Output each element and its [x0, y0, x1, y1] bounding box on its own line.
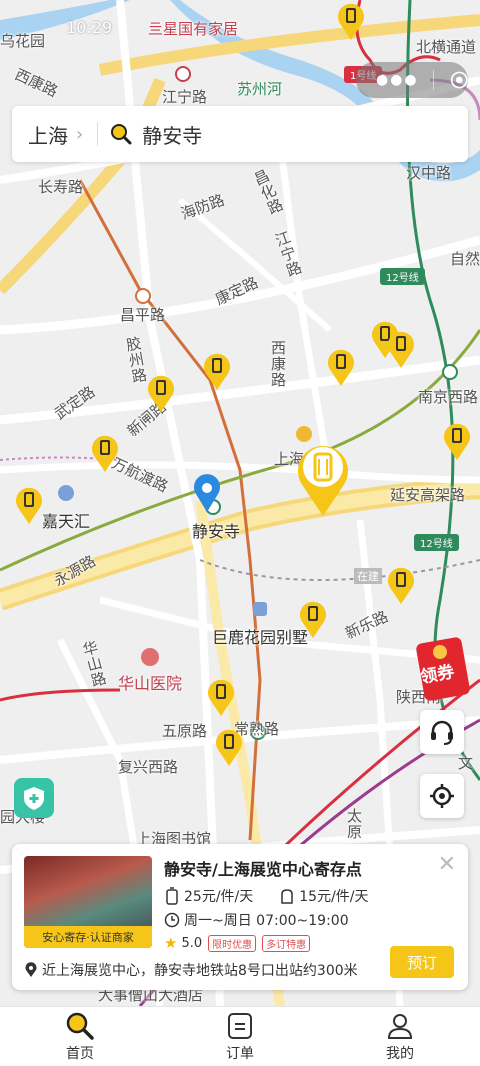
luggage-pin-icon[interactable]: [90, 432, 120, 472]
star-icon: ★: [164, 934, 178, 952]
hours-row: 周一~周日 07:00~19:00: [164, 910, 349, 930]
tab-bar: 首页 订单 我的: [0, 1006, 480, 1066]
clock-icon: [164, 912, 180, 928]
price-row: 25元/件/天 15元/件/天: [164, 886, 395, 906]
map-label: 在建: [354, 568, 382, 584]
tab-home[interactable]: 首页: [0, 1007, 160, 1066]
map-label: 五原路: [162, 722, 208, 740]
map-label: 延安高架路: [390, 486, 466, 504]
luggage-pin-icon[interactable]: [386, 564, 416, 604]
map-label: 长寿路: [38, 178, 84, 196]
luggage-pin-icon[interactable]: [14, 484, 44, 524]
map-label: 静安寺: [192, 522, 241, 541]
promo-tag: 限时优惠: [208, 934, 257, 952]
tab-orders[interactable]: 订单: [160, 1007, 320, 1066]
chevron-right-icon: ›: [76, 123, 84, 145]
search-query[interactable]: 静安寺: [142, 120, 202, 149]
close-icon[interactable]: ✕: [438, 852, 456, 877]
luggage-pin-icon[interactable]: [206, 676, 236, 716]
luggage-pin-icon[interactable]: [386, 328, 416, 368]
tab-label: 首页: [66, 1046, 94, 1062]
status-time: 10:29: [66, 18, 113, 37]
luggage-pin-icon[interactable]: [442, 420, 472, 460]
search-bar[interactable]: 上海 › 静安寺: [12, 106, 468, 162]
rating-value: 5.0: [181, 935, 203, 951]
promo-tag: 多订特惠: [262, 934, 311, 952]
business-hours: 周一~周日 07:00~19:00: [184, 913, 349, 929]
map-label: 巨鹿花园别墅: [212, 628, 309, 647]
luggage-pin-icon[interactable]: [202, 350, 232, 390]
map-label: 昌平路: [120, 306, 166, 324]
map-pin-icon: [25, 962, 37, 977]
map-label: 自然: [450, 250, 480, 268]
address-text: 近上海展览中心，静安寺地铁站8号口出站约300米: [42, 963, 358, 979]
selected-luggage-pin-icon[interactable]: [296, 440, 350, 516]
search-icon: [66, 1012, 94, 1040]
profile-icon: [387, 1014, 413, 1039]
city-selector[interactable]: 上海 ›: [12, 120, 83, 149]
locate-me-button[interactable]: [420, 774, 464, 818]
backpack-icon: [281, 889, 293, 904]
map-label: 西康路: [269, 340, 287, 388]
search-icon: [111, 124, 132, 145]
storage-point-photo[interactable]: 安心寄存·认证商家: [24, 856, 152, 948]
map-label: 太原: [345, 808, 363, 840]
luggage-pin-icon[interactable]: [214, 726, 244, 766]
map-label: 嘉天汇: [42, 512, 91, 531]
map-label: 南京西路: [418, 388, 479, 406]
city-label: 上海: [28, 123, 68, 148]
tab-label: 订单: [226, 1046, 254, 1062]
book-button[interactable]: 预订: [390, 946, 454, 978]
map-label: 文: [458, 754, 474, 772]
map-label: 华山医院: [118, 674, 183, 693]
metro-line-badge: 12号线: [414, 534, 459, 551]
metro-line-badge: 12号线: [380, 268, 425, 285]
map-label: 复兴西路: [118, 758, 179, 776]
storage-point-card[interactable]: 安心寄存·认证商家 静安寺/上海展览中心寄存点 ✕ 25元/件/天 15元/件/…: [12, 844, 468, 990]
headset-icon: [431, 720, 453, 745]
suitcase-icon: [166, 887, 178, 905]
status-bar: 10:29: [0, 0, 480, 40]
price-large-luggage: 25元/件/天: [184, 889, 254, 905]
address-row: 近上海展览中心，静安寺地铁站8号口出站约300米: [24, 960, 358, 980]
luggage-pin-icon[interactable]: [146, 372, 176, 412]
rating-row: ★ 5.0 限时优惠 多订特惠: [164, 934, 311, 952]
tab-profile[interactable]: 我的: [320, 1007, 480, 1066]
close-circle-icon[interactable]: [450, 69, 469, 91]
locate-icon: [430, 784, 454, 808]
location-pin-icon: [194, 474, 220, 512]
tab-label: 我的: [386, 1046, 414, 1062]
customer-service-button[interactable]: [420, 710, 464, 754]
shield-icon: [24, 787, 44, 810]
luggage-pin-icon[interactable]: [298, 598, 328, 638]
map-label: 汉中路: [406, 164, 452, 182]
price-small-luggage: 15元/件/天: [299, 889, 369, 905]
order-icon: [228, 1013, 252, 1039]
certified-badge: 安心寄存·认证商家: [24, 926, 152, 948]
mini-program-capsule[interactable]: ●●●: [356, 62, 468, 98]
safety-shield-button[interactable]: [14, 778, 54, 818]
more-icon[interactable]: ●●●: [356, 72, 419, 88]
map-label: 江宁路: [162, 88, 208, 106]
luggage-pin-icon[interactable]: [326, 346, 356, 386]
map-label: 苏州河: [237, 80, 283, 98]
storage-point-title: 静安寺/上海展览中心寄存点: [164, 860, 362, 879]
